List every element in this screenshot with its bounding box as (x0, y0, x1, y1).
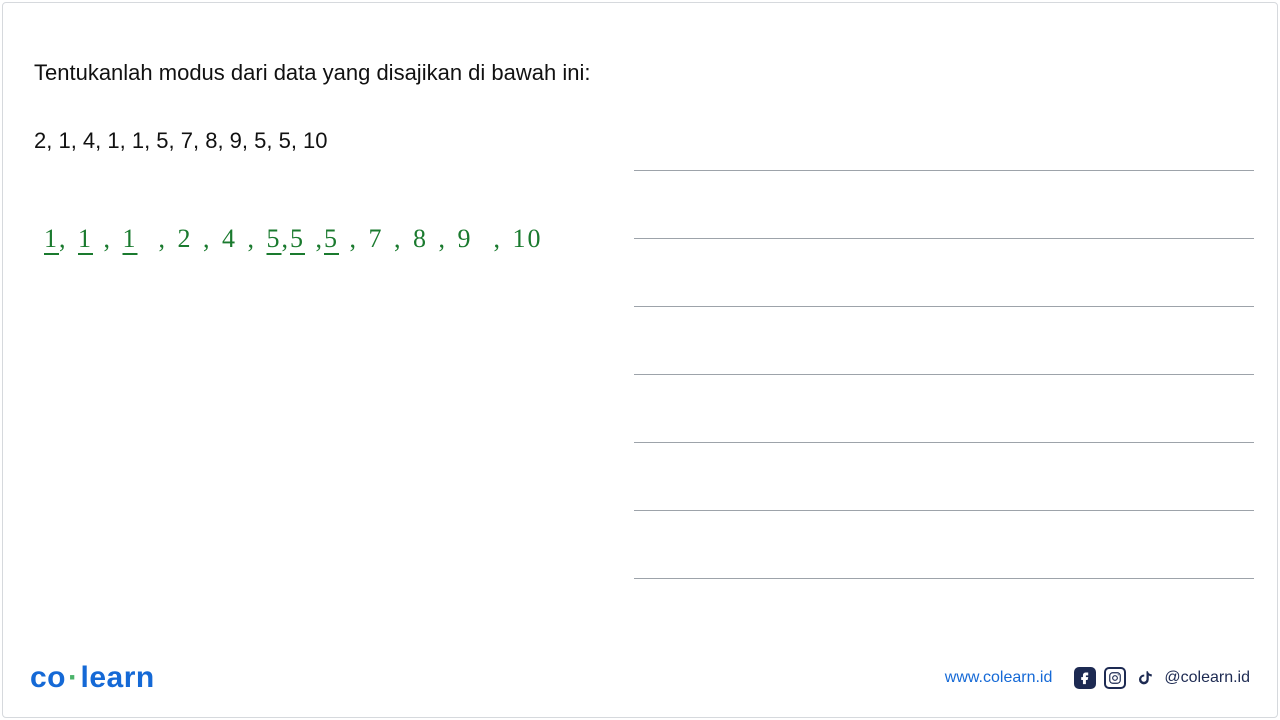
question-data: 2, 1, 4, 1, 1, 5, 7, 8, 9, 5, 5, 10 (34, 128, 1246, 154)
note-lines (634, 170, 1254, 646)
sorted-n11: 9 (458, 224, 473, 253)
sorted-n2: 1 (78, 224, 93, 253)
brand-part2: learn (81, 661, 155, 694)
sorted-n12: 10 (513, 224, 543, 253)
sorted-n4: 2 (178, 224, 193, 253)
sorted-n7: 5 (290, 224, 305, 253)
facebook-icon[interactable] (1074, 667, 1096, 689)
footer: co·learn www.colearn.id @colearn.id (0, 658, 1280, 698)
social-handle: @colearn.id (1164, 669, 1250, 687)
brand-part1: co (30, 661, 66, 694)
sorted-n5: 4 (222, 224, 237, 253)
sorted-n10: 8 (413, 224, 428, 253)
social-icons: @colearn.id (1074, 667, 1250, 689)
sorted-n9: 7 (369, 224, 384, 253)
instagram-icon[interactable] (1104, 667, 1126, 689)
brand-logo: co·learn (30, 661, 155, 695)
question-prompt: Tentukanlah modus dari data yang disajik… (34, 60, 1246, 86)
sorted-n1: 1 (44, 224, 59, 253)
sorted-n8: 5 (324, 224, 339, 253)
sorted-n6: 5 (267, 224, 282, 253)
brand-dot: · (66, 661, 81, 694)
footer-right: www.colearn.id @colearn.id (945, 667, 1250, 689)
website-link[interactable]: www.colearn.id (945, 669, 1053, 687)
sorted-n3: 1 (123, 224, 138, 253)
tiktok-icon[interactable] (1134, 667, 1156, 689)
